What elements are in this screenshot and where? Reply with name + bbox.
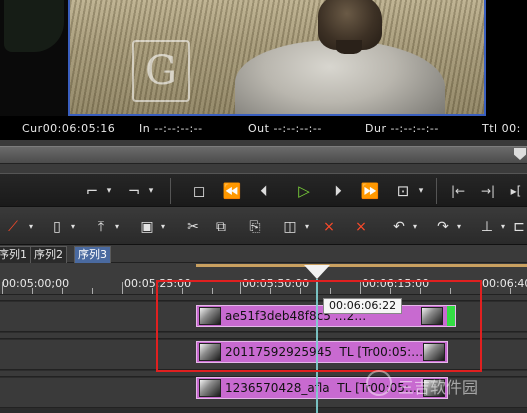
ripple-delete-icon[interactable]: × [350,217,372,237]
chevron-down-icon[interactable]: ▾ [454,217,464,237]
copy-icon[interactable]: ⧉ [212,217,230,237]
timecode-bar: Cur00:06:05:16 In --:--:--:-- Out --:--:… [0,118,527,140]
video-frame[interactable]: G [68,0,486,116]
chevron-down-icon[interactable]: ▾ [112,217,122,237]
match-frame-out-button[interactable]: →| [476,180,500,202]
video-editor-window: G Cur00:06:05:16 In --:--:--:-- Out --:-… [0,0,527,413]
out-timecode: Out --:--:--:-- [248,122,322,135]
delete-icon[interactable]: × [318,217,340,237]
chevron-down-icon[interactable]: ▾ [68,217,78,237]
cut-icon[interactable]: ✂ [184,217,202,237]
stop-button[interactable]: ◻ [188,180,210,202]
match-frame-in-button[interactable]: |← [446,180,470,202]
undo-icon[interactable]: ↶ [390,217,408,237]
in-timecode: In --:--:--:-- [139,122,203,135]
chevron-down-icon[interactable]: ▾ [26,217,36,237]
paste-icon[interactable]: ⎘ [246,217,264,237]
split-button[interactable]: ▸[ [506,180,526,202]
highlight-box [156,280,482,372]
fast-forward-button[interactable]: ⏩ [356,180,384,202]
chevron-down-icon[interactable]: ▾ [302,217,312,237]
mark-out-button[interactable]: ¬ [124,180,144,202]
transport-toolbar: ⌐ ▾ ¬ ▾ ◻ ⏪ ⏴ ▷ ⏵ ⏩ ⊡ ▾ |← →| ▸[ [0,173,527,207]
play-button[interactable]: ▷ [292,180,316,202]
in-out-range-bar [196,264,527,267]
new-file-icon[interactable]: ▯ [48,217,66,237]
razor-icon[interactable]: ⟋ [6,217,20,237]
site-watermark: 三吉软件园 [398,378,479,397]
chevron-down-icon[interactable]: ▾ [410,217,420,237]
chevron-down-icon[interactable]: ▾ [158,217,168,237]
rewind-button[interactable]: ⏪ [218,180,246,202]
sequence-tabs: 序列1 序列2 序列3 [0,245,527,263]
preview-monitor: G [0,0,527,118]
step-forward-button[interactable]: ⏵ [326,180,350,202]
mark-in-button[interactable]: ⌐ [82,180,102,202]
tab-sequence-3[interactable]: 序列3 [74,246,111,263]
preview-scrub-bar[interactable] [0,146,527,164]
dur-timecode: Dur --:--:--:-- [365,122,439,135]
export-icon[interactable]: ⤒ [92,217,110,237]
tab-sequence-1[interactable]: 序列1 [0,246,31,263]
step-back-button[interactable]: ⏴ [252,180,276,202]
redo-icon[interactable]: ↷ [434,217,452,237]
loop-button[interactable]: ⊡ [392,180,414,202]
ruler-label: 00:06:40 [482,277,527,290]
chevron-down-icon[interactable]: ▾ [416,180,426,202]
audio-mix-icon[interactable]: ⊥ [478,217,496,237]
logo-watermark: G [132,40,190,102]
chevron-down-icon[interactable]: ▾ [146,180,156,202]
overflow-icon[interactable]: ⊏ [512,217,526,237]
save-icon[interactable]: ▣ [138,217,156,237]
tab-sequence-2[interactable]: 序列2 [30,246,67,263]
clip-thumbnail [199,379,221,397]
site-logo-icon [366,370,392,396]
ruler-label: 00:05:00;00 [2,277,70,290]
chevron-down-icon[interactable]: ▾ [104,180,114,202]
insert-icon[interactable]: ◫ [280,217,300,237]
cur-timecode: Cur00:06:05:16 [22,122,116,135]
preview-left-panel [0,0,68,116]
edit-toolbar: ⟋ ▾ ▯ ▾ ⤒ ▾ ▣ ▾ ✂ ⧉ ⎘ ◫ ▾ × × ↶ ▾ ↷ ▾ ⊥ … [0,207,527,245]
ttl-timecode: Ttl 00: [482,122,521,135]
chevron-down-icon[interactable]: ▾ [498,217,508,237]
